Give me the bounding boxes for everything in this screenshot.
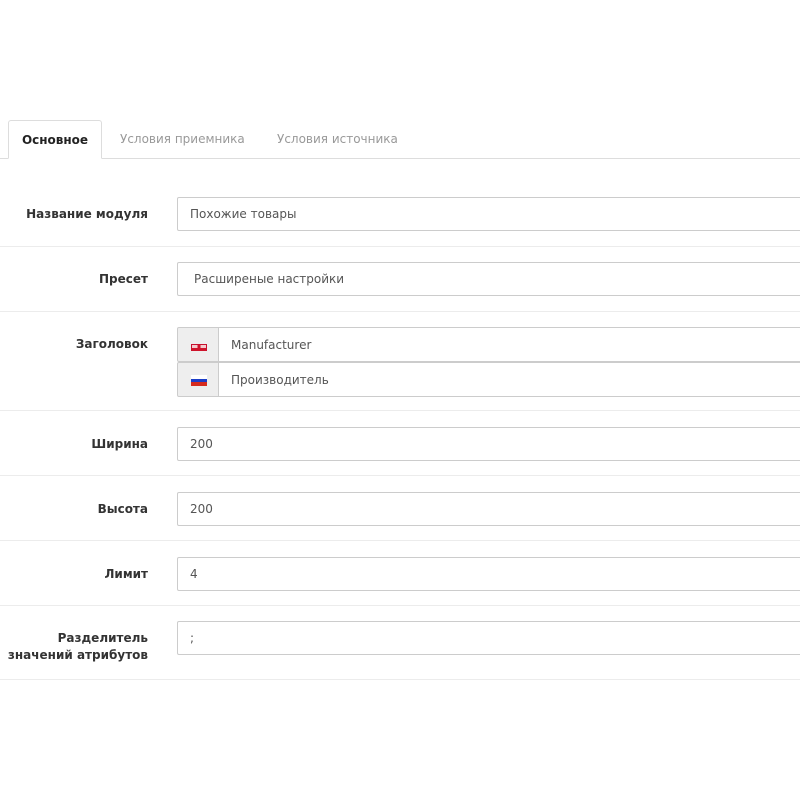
limit-input[interactable] xyxy=(177,557,800,591)
heading-ru-group xyxy=(177,362,800,397)
tab-main[interactable]: Основное xyxy=(8,120,102,159)
row-height: Высота xyxy=(0,476,800,541)
tab-source-conditions[interactable]: Условия источника xyxy=(277,120,398,158)
attribute-separator-label-line2: значений атрибутов xyxy=(7,648,148,662)
uk-flag-icon xyxy=(191,340,207,351)
heading-en-input[interactable] xyxy=(218,327,800,362)
row-width: Ширина xyxy=(0,411,800,476)
width-input[interactable] xyxy=(177,427,800,461)
attribute-separator-label-line1: Разделитель xyxy=(57,631,148,645)
module-settings-page: Основное Условия приемника Условия источ… xyxy=(0,0,800,800)
language-addon-en xyxy=(177,327,219,362)
heading-en-group xyxy=(177,327,800,362)
row-preset: Пресет Расширеные настройки xyxy=(0,247,800,312)
heading-ru-input[interactable] xyxy=(218,362,800,397)
attribute-separator-label: Разделитель значений атрибутов xyxy=(8,631,148,663)
preset-label: Пресет xyxy=(99,272,148,286)
heading-label: Заголовок xyxy=(75,337,148,351)
row-module-name: Название модуля xyxy=(0,182,800,247)
row-attribute-separator: Разделитель значений атрибутов xyxy=(0,606,800,680)
russia-flag-icon xyxy=(191,375,207,386)
module-name-label: Название модуля xyxy=(26,207,148,221)
row-limit: Лимит xyxy=(0,541,800,606)
settings-tabs: Основное Условия приемника Условия источ… xyxy=(0,120,800,159)
attribute-separator-input[interactable] xyxy=(177,621,800,655)
module-name-input[interactable] xyxy=(177,197,800,231)
limit-label: Лимит xyxy=(104,567,148,581)
height-label: Высота xyxy=(97,502,148,516)
height-input[interactable] xyxy=(177,492,800,526)
preset-select[interactable]: Расширеные настройки xyxy=(177,262,800,296)
language-addon-ru xyxy=(177,362,219,397)
row-heading: Заголовок xyxy=(0,312,800,411)
width-label: Ширина xyxy=(91,437,148,451)
tab-receiver-conditions[interactable]: Условия приемника xyxy=(120,120,245,158)
